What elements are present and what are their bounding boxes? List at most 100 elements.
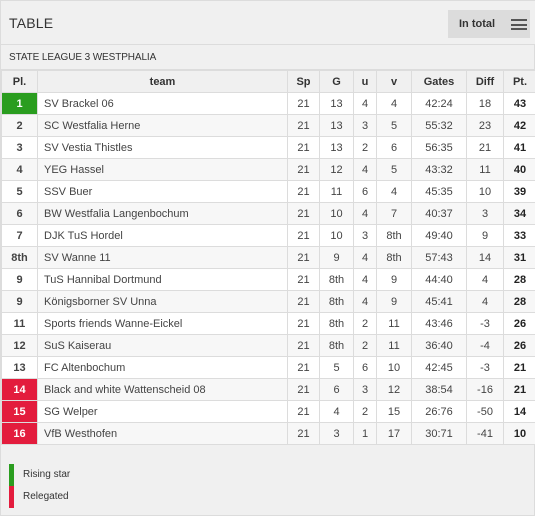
team-name-cell[interactable]: SC Westfalia Herne: [37, 114, 288, 137]
legend-label: Relegated: [23, 491, 69, 502]
table-row[interactable]: 3 SV Vestia Thistles 21 13 2 6 56:35 21 41: [1, 136, 535, 159]
table-row[interactable]: 16 VfB Westhofen 21 3 1 17 30:71 -41 10: [1, 422, 535, 445]
team-name-cell[interactable]: DJK TuS Hordel: [37, 224, 288, 247]
legend-item-releg: Relegated: [9, 486, 209, 508]
won-cell: 13: [319, 92, 354, 115]
lost-cell: 11: [376, 334, 412, 357]
table-row[interactable]: 2 SC Westfalia Herne 21 13 3 5 55:32 23 42: [1, 114, 535, 137]
played-cell: 21: [287, 378, 320, 401]
team-name-cell[interactable]: BW Westfalia Langenbochum: [37, 202, 288, 225]
col-header-position[interactable]: Pl.: [1, 70, 38, 93]
col-header-lost[interactable]: v: [376, 70, 412, 93]
goal-difference-cell: 23: [466, 114, 504, 137]
col-header-drawn[interactable]: u: [353, 70, 377, 93]
col-header-played[interactable]: Sp: [287, 70, 320, 93]
table-row[interactable]: 5 SSV Buer 21 11 6 4 45:35 10 39: [1, 180, 535, 203]
table-row[interactable]: 8th SV Wanne 11 21 9 4 8th 57:43 14 31: [1, 246, 535, 269]
goal-difference-cell: 9: [466, 224, 504, 247]
table-row[interactable]: 4 YEG Hassel 21 12 4 5 43:32 11 40: [1, 158, 535, 181]
goals-cell: 30:71: [411, 422, 467, 445]
goal-difference-cell: 3: [466, 202, 504, 225]
col-header-team[interactable]: team: [37, 70, 288, 93]
lost-cell: 8th: [376, 224, 412, 247]
points-cell: 14: [503, 400, 535, 423]
table-row[interactable]: 15 SG Welper 21 4 2 15 26:76 -50 14: [1, 400, 535, 423]
table-row[interactable]: 13 FC Altenbochum 21 5 6 10 42:45 -3 21: [1, 356, 535, 379]
col-header-difference[interactable]: Diff: [466, 70, 504, 93]
drawn-cell: 4: [353, 202, 377, 225]
goal-difference-cell: 14: [466, 246, 504, 269]
standings-table: Pl. team Sp G u v Gates Diff Pt. 1 SV Bra…: [1, 70, 535, 445]
drawn-cell: 6: [353, 180, 377, 203]
goal-difference-cell: -4: [466, 334, 504, 357]
position-cell: 14: [1, 378, 38, 401]
goals-cell: 49:40: [411, 224, 467, 247]
points-cell: 39: [503, 180, 535, 203]
lost-cell: 12: [376, 378, 412, 401]
drawn-cell: 2: [353, 334, 377, 357]
team-name-cell[interactable]: FC Altenbochum: [37, 356, 288, 379]
team-name-cell[interactable]: VfB Westhofen: [37, 422, 288, 445]
position-cell: 9: [1, 290, 38, 313]
goal-difference-cell: -3: [466, 312, 504, 335]
table-row[interactable]: 9 Königsborner SV Unna 21 8th 4 9 45:41 4 28: [1, 290, 535, 313]
team-name-cell[interactable]: SV Vestia Thistles: [37, 136, 288, 159]
goal-difference-cell: -3: [466, 356, 504, 379]
standings-widget: TABLE In total STATE LEAGUE 3 WESTPHALIA…: [0, 0, 535, 516]
league-name: STATE LEAGUE 3 WESTPHALIA: [9, 52, 157, 63]
points-cell: 28: [503, 268, 535, 291]
goals-cell: 55:32: [411, 114, 467, 137]
team-name-cell[interactable]: Black and white Wattenscheid 08: [37, 378, 288, 401]
lost-cell: 10: [376, 356, 412, 379]
goals-cell: 56:35: [411, 136, 467, 159]
won-cell: 12: [319, 158, 354, 181]
team-name-cell[interactable]: YEG Hassel: [37, 158, 288, 181]
drawn-cell: 3: [353, 224, 377, 247]
filter-label: In total: [459, 18, 496, 30]
played-cell: 21: [287, 114, 320, 137]
lost-cell: 9: [376, 268, 412, 291]
points-cell: 28: [503, 290, 535, 313]
points-cell: 26: [503, 312, 535, 335]
table-row[interactable]: 6 BW Westfalia Langenbochum 21 10 4 7 40:37 3 34: [1, 202, 535, 225]
table-row[interactable]: 12 SuS Kaiserau 21 8th 2 11 36:40 -4 26: [1, 334, 535, 357]
lost-cell: 4: [376, 92, 412, 115]
points-cell: 43: [503, 92, 535, 115]
lost-cell: 6: [376, 136, 412, 159]
won-cell: 10: [319, 202, 354, 225]
team-name-cell[interactable]: SV Wanne 11: [37, 246, 288, 269]
table-row[interactable]: 7 DJK TuS Hordel 21 10 3 8th 49:40 9 33: [1, 224, 535, 247]
table-row[interactable]: 9 TuS Hannibal Dortmund 21 8th 4 9 44:40 4 28: [1, 268, 535, 291]
position-cell: 1: [1, 92, 38, 115]
team-name-cell[interactable]: Königsborner SV Unna: [37, 290, 288, 313]
team-name-cell[interactable]: SG Welper: [37, 400, 288, 423]
position-cell: 7: [1, 224, 38, 247]
hamburger-menu-icon[interactable]: [511, 19, 527, 30]
lost-cell: 9: [376, 290, 412, 313]
played-cell: 21: [287, 92, 320, 115]
team-name-cell[interactable]: TuS Hannibal Dortmund: [37, 268, 288, 291]
view-filter-button[interactable]: In total: [448, 10, 530, 38]
team-name-cell[interactable]: SuS Kaiserau: [37, 334, 288, 357]
drawn-cell: 4: [353, 92, 377, 115]
table-row[interactable]: 11 Sports friends Wanne-Eickel 21 8th 2 11 43:…: [1, 312, 535, 335]
team-name-cell[interactable]: SSV Buer: [37, 180, 288, 203]
col-header-won[interactable]: G: [319, 70, 354, 93]
col-header-points[interactable]: Pt.: [503, 70, 535, 93]
position-cell: 5: [1, 180, 38, 203]
legend-color-swatch: [9, 464, 14, 486]
position-cell: 4: [1, 158, 38, 181]
goals-cell: 36:40: [411, 334, 467, 357]
team-name-cell[interactable]: Sports friends Wanne-Eickel: [37, 312, 288, 335]
won-cell: 4: [319, 400, 354, 423]
drawn-cell: 4: [353, 246, 377, 269]
won-cell: 9: [319, 246, 354, 269]
widget-header: TABLE In total: [1, 1, 535, 45]
won-cell: 13: [319, 136, 354, 159]
played-cell: 21: [287, 158, 320, 181]
position-cell: 9: [1, 268, 38, 291]
table-row[interactable]: 14 Black and white Wattenscheid 08 21 6 3 12 3…: [1, 378, 535, 401]
col-header-goals[interactable]: Gates: [411, 70, 467, 93]
team-name-cell[interactable]: SV Brackel 06: [37, 92, 288, 115]
table-row[interactable]: 1 SV Brackel 06 21 13 4 4 42:24 18 43: [1, 92, 535, 115]
